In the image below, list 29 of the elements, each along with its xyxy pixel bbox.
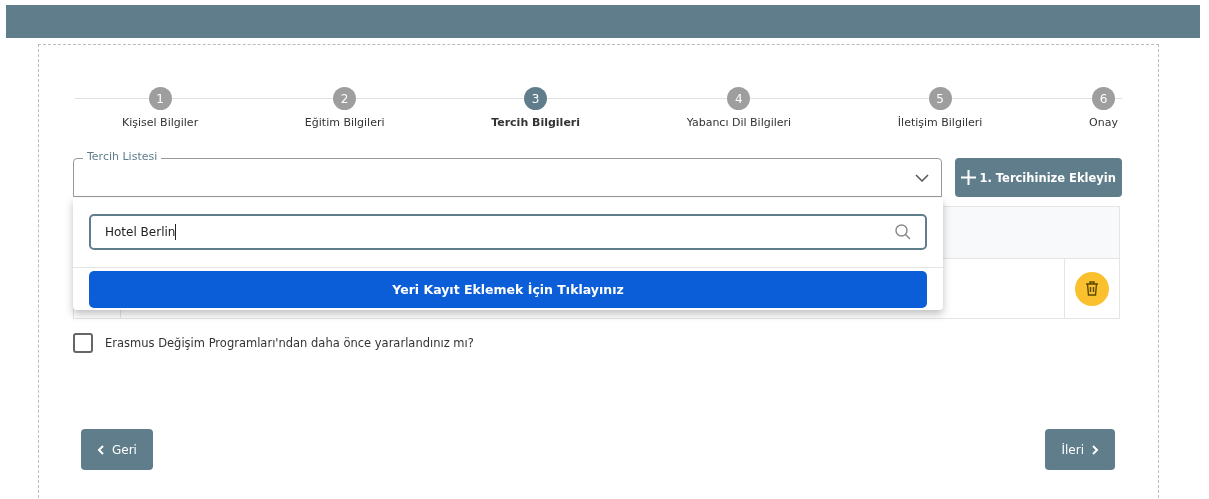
add-preference-button[interactable]: 1. Tercihinize Ekleyin (955, 158, 1122, 197)
preference-select[interactable] (73, 158, 943, 197)
search-icon (895, 224, 911, 240)
step-label[interactable]: Kişisel Bilgiler (122, 116, 199, 129)
step-number: 1 (148, 87, 172, 110)
add-record-button[interactable]: Yeri Kayıt Eklemek İçin Tıklayınız (89, 271, 927, 308)
step-label[interactable]: İletişim Bilgileri (897, 116, 983, 129)
select-label: Tercih Listesi (83, 150, 162, 163)
back-button[interactable]: Geri (81, 429, 153, 470)
next-button[interactable]: İleri (1045, 429, 1115, 470)
step-label[interactable]: Onay (1089, 116, 1118, 129)
step-number: 2 (333, 87, 357, 110)
checkbox-label: Erasmus Değişim Programları'ndan daha önce yararlandınız mı? (105, 336, 474, 350)
search-value: Hotel Berlin (105, 225, 176, 239)
step-number: 3 (524, 87, 548, 110)
step-number: 4 (727, 87, 751, 110)
search-field[interactable]: Hotel Berlin (89, 214, 927, 250)
trash-icon (1085, 281, 1099, 296)
step-label[interactable]: Tercih Bilgileri (491, 116, 581, 129)
chevron-left-icon (97, 444, 104, 455)
plus-icon (961, 170, 977, 185)
step-number: 5 (928, 87, 952, 110)
chevron-down-icon (915, 174, 930, 182)
step-label[interactable]: Yabancı Dil Bilgileri (686, 116, 792, 129)
delete-button[interactable] (1075, 271, 1109, 306)
step-label[interactable]: Eğitim Bilgileri (304, 116, 385, 129)
step-number: 6 (1092, 87, 1115, 110)
checkbox[interactable] (73, 333, 93, 353)
chevron-right-icon (1092, 444, 1099, 455)
